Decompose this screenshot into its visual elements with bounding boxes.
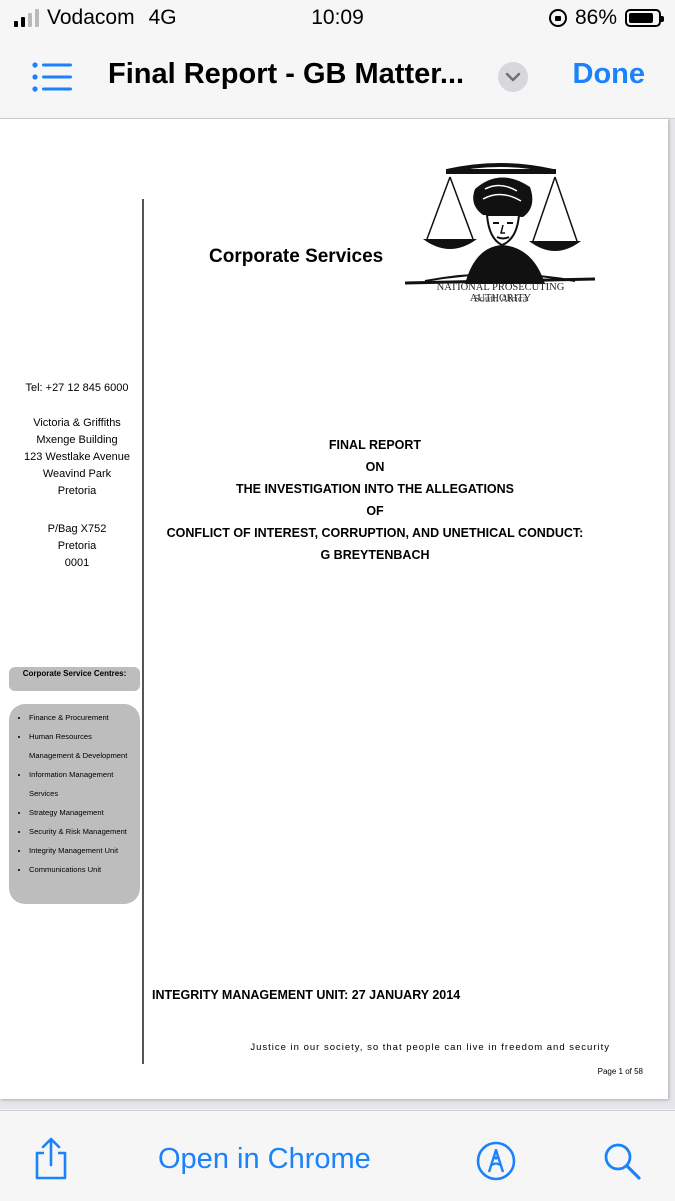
report-title-line: ON: [365, 460, 385, 474]
service-centres-heading: Corporate Service Centres:: [9, 667, 140, 691]
margin-divider: [142, 199, 144, 1064]
service-centres-box: Finance & Procurement Human Resources Ma…: [9, 704, 140, 904]
report-title-line: THE INVESTIGATION INTO THE ALLEGATIONS: [235, 482, 514, 496]
logo-country: South Africa: [473, 294, 528, 305]
list-item: Services: [29, 789, 59, 798]
list-icon[interactable]: [30, 60, 74, 94]
chevron-down-icon: [505, 72, 521, 82]
pdf-page: Corporate Services NATIONAL PROSECUTING …: [0, 119, 668, 1099]
service-centres-list: Finance & Procurement Human Resources Ma…: [9, 704, 140, 879]
list-item: Human Resources: [29, 727, 140, 746]
unit-and-date: INTEGRITY MANAGEMENT UNIT: 27 JANUARY 20…: [152, 988, 461, 1002]
telephone-number: Tel: +27 12 845 6000: [25, 382, 129, 394]
markup-button[interactable]: [476, 1141, 516, 1181]
street-address: Victoria & Griffiths Mxenge Building 123…: [12, 415, 142, 500]
address-line: Victoria & Griffiths: [33, 417, 121, 429]
navigation-bar: Final Report - GB Matter... Done: [0, 40, 675, 119]
postal-line: Pretoria: [57, 540, 97, 552]
page-number: Page 1 of 58: [597, 1067, 643, 1076]
open-in-chrome-button[interactable]: Open in Chrome: [158, 1143, 371, 1176]
status-right: 86%: [548, 6, 664, 30]
document-title: Final Report - GB Matter...: [108, 58, 465, 90]
status-bar: Vodacom 4G 10:09 86%: [0, 0, 675, 40]
battery-level-fill: [629, 13, 654, 23]
document-viewer[interactable]: Corporate Services NATIONAL PROSECUTING …: [0, 119, 675, 1109]
report-title-line: FINAL REPORT: [328, 438, 422, 452]
postal-line: 0001: [64, 557, 90, 569]
list-item: Strategy Management: [29, 803, 140, 822]
report-title-line: CONFLICT OF INTEREST, CORRUPTION, AND UN…: [166, 526, 584, 540]
done-button[interactable]: Done: [573, 58, 646, 91]
report-title-line: OF: [366, 504, 384, 518]
address-line: Pretoria: [57, 485, 97, 497]
report-title-line: G BREYTENBACH: [320, 548, 430, 562]
share-button[interactable]: [32, 1137, 70, 1181]
orientation-lock-icon: [548, 9, 567, 27]
battery-percent: 86%: [574, 6, 617, 29]
corporate-services-heading: Corporate Services: [209, 246, 384, 267]
address-line: 123 Westlake Avenue: [23, 451, 130, 463]
battery-icon: [625, 9, 664, 27]
address-line: Weavind Park: [42, 468, 112, 480]
postal-address: P/Bag X752 Pretoria 0001: [12, 521, 142, 572]
postal-line: P/Bag X752: [47, 523, 107, 535]
report-title: FINAL REPORT ON THE INVESTIGATION INTO T…: [150, 434, 600, 566]
list-item: Communications Unit: [29, 860, 140, 879]
markup-icon: [476, 1141, 516, 1181]
list-item: Management & Development: [29, 751, 128, 760]
list-item: Integrity Management Unit: [29, 841, 140, 860]
bottom-toolbar: Open in Chrome: [0, 1110, 675, 1201]
search-icon: [604, 1143, 641, 1180]
motto-footer: Justice in our society, so that people c…: [250, 1042, 610, 1053]
list-item: Information Management: [29, 765, 140, 784]
list-item: Finance & Procurement: [29, 708, 140, 727]
title-menu-button[interactable]: [498, 62, 528, 92]
share-icon: [35, 1137, 67, 1180]
list-item: Security & Risk Management: [29, 822, 140, 841]
address-line: Mxenge Building: [36, 434, 118, 446]
search-button[interactable]: [602, 1141, 642, 1181]
